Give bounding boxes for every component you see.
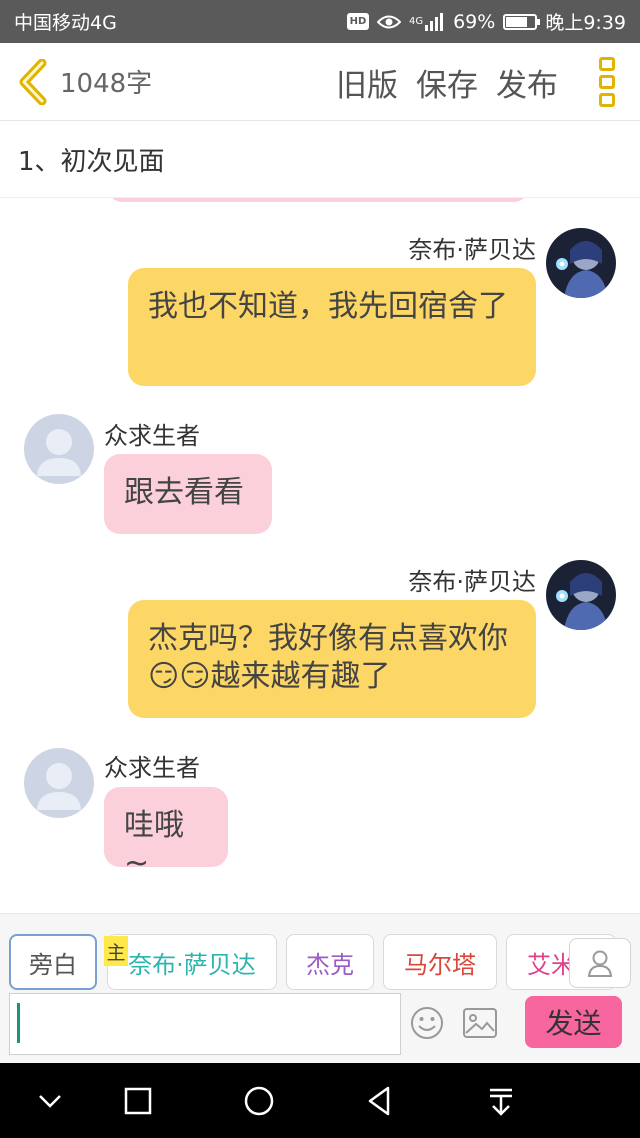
send-button[interactable]: 发送 xyxy=(525,996,622,1048)
clock: 晚上9:39 xyxy=(545,12,626,34)
back-triangle-icon[interactable] xyxy=(362,1083,398,1119)
message-bubble[interactable]: 跟去看看 xyxy=(104,454,272,534)
editor-toolbar: 1048字 旧版 保存 发布 xyxy=(0,43,640,121)
sender-name: 众求生者 xyxy=(104,422,200,450)
publish-button[interactable]: 发布 xyxy=(496,60,558,105)
home-icon[interactable] xyxy=(241,1083,277,1119)
avatar-nabu[interactable] xyxy=(546,560,616,630)
role-selector: 旁白 奈布·萨贝达 杰克 马尔塔 艾米 xyxy=(0,934,640,990)
image-button[interactable] xyxy=(463,1008,497,1038)
chevron-left-icon xyxy=(19,58,47,105)
person-icon xyxy=(587,950,613,977)
partial-message-bubble xyxy=(108,198,528,202)
message-input[interactable] xyxy=(9,993,401,1055)
eye-icon xyxy=(376,14,401,30)
battery-fill xyxy=(506,16,528,27)
word-count: 1048字 xyxy=(60,69,153,99)
user-placeholder-icon xyxy=(37,429,81,476)
more-dot-icon xyxy=(599,57,615,71)
network-type-label: 4G xyxy=(408,16,424,27)
manage-roles-button[interactable] xyxy=(569,938,631,988)
chapter-title[interactable]: 1、初次见面 xyxy=(0,122,640,198)
message-bubble[interactable]: 我也不知道，我先回宿舍了 xyxy=(128,268,536,386)
status-bar: 中国移动4G HD 4G 69% 晚上9:39 xyxy=(0,0,640,43)
battery-percent: 69% xyxy=(453,10,496,33)
sender-name: 众求生者 xyxy=(104,754,200,782)
role-chip-nabu[interactable]: 奈布·萨贝达 xyxy=(107,934,277,990)
avatar-default[interactable] xyxy=(24,748,94,818)
message-bubble[interactable]: 杰克吗？我好像有点喜欢你😏😏越来越有趣了 xyxy=(128,600,536,718)
character-avatar-icon xyxy=(546,228,616,298)
role-chip-narrator[interactable]: 旁白 xyxy=(9,934,97,990)
chat-area[interactable]: 奈布·萨贝达 我也不知道，我先回宿舍了 众求生者 跟去看看 奈布·萨贝达 杰克吗… xyxy=(0,198,640,913)
more-menu-button[interactable] xyxy=(596,57,618,107)
role-chip-marta[interactable]: 马尔塔 xyxy=(383,934,497,990)
system-nav-bar xyxy=(0,1063,640,1138)
avatar-default[interactable] xyxy=(24,414,94,484)
avatar-nabu[interactable] xyxy=(546,228,616,298)
chevron-down-icon[interactable] xyxy=(32,1083,68,1119)
back-button[interactable] xyxy=(8,43,58,121)
hd-icon: HD xyxy=(346,13,369,30)
text-cursor xyxy=(17,1003,20,1043)
more-dot-icon xyxy=(599,93,615,107)
recent-apps-icon[interactable] xyxy=(120,1083,156,1119)
save-button[interactable]: 保存 xyxy=(416,60,478,105)
picture-icon xyxy=(463,1008,497,1038)
signal-icon: 4G xyxy=(408,12,445,31)
sender-name: 奈布·萨贝达 xyxy=(408,236,536,264)
character-avatar-icon xyxy=(546,560,616,630)
main-role-badge: 主 xyxy=(104,936,128,966)
user-placeholder-icon xyxy=(37,763,81,810)
sender-name: 奈布·萨贝达 xyxy=(408,568,536,596)
smiley-icon xyxy=(411,1007,443,1039)
notification-pulldown-icon[interactable] xyxy=(483,1083,519,1119)
message-bubble[interactable]: 哇哦~ xyxy=(104,787,228,881)
emoji-button[interactable] xyxy=(410,1006,444,1040)
carrier-label: 中国移动4G xyxy=(14,12,117,34)
old-version-button[interactable]: 旧版 xyxy=(336,60,398,105)
more-dot-icon xyxy=(599,75,615,89)
role-chip-jack[interactable]: 杰克 xyxy=(286,934,374,990)
composer: 旁白 奈布·萨贝达 杰克 马尔塔 艾米 主 发送 xyxy=(0,913,640,1063)
battery-icon xyxy=(503,13,541,30)
